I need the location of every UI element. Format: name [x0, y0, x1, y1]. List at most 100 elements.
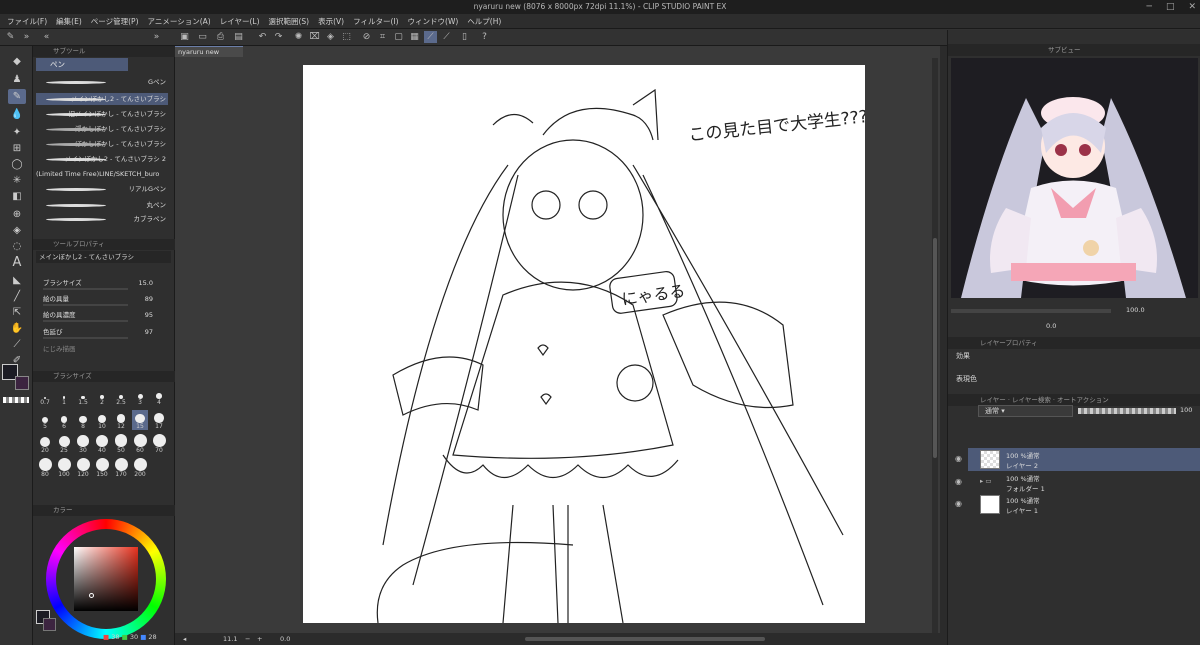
text-tool-icon[interactable]: A — [8, 255, 26, 270]
menu-animation[interactable]: アニメーション(A) — [148, 14, 211, 28]
visibility-eye-icon[interactable]: ◉ — [955, 477, 962, 486]
menu-window[interactable]: ウィンドウ(W) — [408, 14, 459, 28]
brush-size-option[interactable]: 60 — [132, 434, 148, 454]
balloon-tool-icon[interactable]: ◌ — [8, 239, 26, 254]
brush-item[interactable]: リアルGペン — [36, 183, 168, 195]
subtool-tab-pen[interactable]: ペン — [36, 58, 128, 71]
operation-tool-icon[interactable]: ◣ — [8, 273, 26, 288]
color-sub-swatch[interactable] — [43, 618, 56, 631]
prop-extra[interactable]: にじみ描画 — [43, 344, 173, 355]
fill-tool-icon[interactable]: ◈ — [8, 223, 26, 238]
brush-size-option[interactable]: 150 — [94, 458, 110, 478]
brush-size-option[interactable]: 40 — [94, 434, 110, 454]
eraser-tool-icon[interactable]: ◆ — [8, 54, 26, 69]
menu-filter[interactable]: フィルター(I) — [353, 14, 398, 28]
nav-left-icon[interactable]: ◂ — [183, 633, 186, 645]
opacity-slider[interactable] — [1078, 408, 1176, 414]
color-wheel[interactable] — [46, 519, 166, 639]
layer-row-selected[interactable]: ◉ 100 %通常 レイヤー 2 — [955, 448, 1200, 471]
menu-file[interactable]: ファイル(F) — [7, 14, 47, 28]
layer-row[interactable]: ◉ 100 %通常 レイヤー 1 — [955, 493, 1200, 516]
brush-size-option[interactable]: 6 — [56, 410, 72, 430]
brush-size-option[interactable]: 20 — [37, 434, 53, 454]
prop-paint-amount[interactable]: 絵の具量 89 — [43, 294, 173, 306]
eyedropper-tool-icon[interactable]: ⟋ — [8, 337, 26, 352]
select-all-icon[interactable]: ▢ — [392, 31, 405, 43]
frame-tool-icon[interactable]: ⊞ — [8, 141, 26, 156]
close-icon[interactable]: ✕ — [1188, 0, 1196, 14]
brush-size-option[interactable]: 1 — [56, 386, 72, 406]
canvas-horizontal-scrollbar[interactable] — [525, 637, 765, 641]
sub-color-swatch[interactable] — [15, 376, 29, 390]
minimize-icon[interactable]: ─ — [1147, 0, 1152, 14]
undo-icon[interactable]: ↶ — [256, 31, 269, 43]
grid-icon[interactable]: ▦ — [408, 31, 421, 43]
redo-icon[interactable]: ↷ — [272, 31, 285, 43]
brush-item[interactable]: ぼかしぼかし - てんさいブラシ — [36, 138, 168, 150]
magic-wand-icon[interactable]: ✳ — [8, 173, 26, 188]
brush-size-option[interactable]: 70 — [151, 434, 167, 454]
busy-icon[interactable]: ✺ — [292, 31, 305, 43]
navigator-preview[interactable] — [951, 58, 1198, 298]
navigator-zoom-slider[interactable] — [951, 309, 1111, 313]
brush-size-option[interactable]: 80 — [37, 458, 53, 478]
canvas-vertical-scrollbar[interactable] — [932, 58, 938, 633]
snap-special-icon[interactable]: ⟋ — [440, 31, 453, 43]
brush-size-option[interactable]: 120 — [75, 458, 91, 478]
brush-item[interactable]: 浮かしぼかし - てんさいブラシ — [36, 123, 168, 135]
prop-paint-density[interactable]: 絵の具濃度 95 — [43, 310, 173, 322]
move-tool-icon[interactable]: ⇱ — [8, 305, 26, 320]
canvas-paper[interactable]: にゃるる この見た目で大学生???? — [303, 65, 878, 624]
brush-size-option[interactable]: 200 — [132, 458, 148, 478]
layer-row-folder[interactable]: ◉ ▸ ▭ 100 %通常 フォルダー 1 — [955, 471, 1200, 494]
expand-icon[interactable]: » — [20, 31, 33, 43]
menu-layer[interactable]: レイヤー(L) — [220, 14, 260, 28]
help-icon[interactable]: ? — [478, 31, 491, 43]
brush-size-option[interactable]: 100 — [56, 458, 72, 478]
transparent-color-swatch[interactable] — [3, 397, 29, 403]
new-file-icon[interactable]: ▣ — [178, 31, 191, 43]
brush-size-option[interactable]: 1.5 — [75, 386, 91, 406]
zoom-in-icon[interactable]: + — [257, 633, 262, 645]
lasso-tool-icon[interactable]: ◯ — [8, 157, 26, 172]
brush-size-option[interactable]: 12 — [113, 410, 129, 430]
brush-item[interactable]: カブラペン — [36, 213, 168, 225]
menu-page[interactable]: ページ管理(P) — [91, 14, 139, 28]
brush-size-option[interactable]: 15 — [132, 410, 148, 430]
brush-size-option[interactable]: 4 — [151, 386, 167, 406]
zoom-out-icon[interactable]: − — [245, 633, 250, 645]
brush-size-option[interactable]: 25 — [56, 434, 72, 454]
brush-size-option[interactable]: 8 — [75, 410, 91, 430]
brush-size-option[interactable]: 3 — [132, 386, 148, 406]
save-icon[interactable]: ⎙ — [214, 31, 227, 43]
export-icon[interactable]: ▤ — [232, 31, 245, 43]
prop-brush-size[interactable]: ブラシサイズ 15.0 — [43, 278, 173, 290]
menu-view[interactable]: 表示(V) — [318, 14, 344, 28]
brush-size-option[interactable]: 2 — [94, 386, 110, 406]
crop-icon[interactable]: ⌗ — [376, 31, 389, 43]
blend-tool-icon[interactable]: 💧 — [8, 107, 26, 122]
collapse-left-icon[interactable]: « — [40, 31, 53, 43]
open-icon[interactable]: ▭ — [196, 31, 209, 43]
brush-size-option[interactable]: 5 — [37, 410, 53, 430]
brush-item[interactable]: 旧メインぼかし - てんさいブラシ — [36, 108, 168, 120]
fill-icon[interactable]: ◈ — [324, 31, 337, 43]
document-tab[interactable]: nyaruru new — [175, 46, 243, 57]
stamp-tool-icon[interactable]: ♟ — [8, 72, 26, 87]
line-tool-icon[interactable]: ╱ — [8, 289, 26, 304]
brush-size-option[interactable]: 17 — [151, 410, 167, 430]
menu-help[interactable]: ヘルプ(H) — [467, 14, 501, 28]
zoom-tool-icon[interactable]: ⊕ — [8, 207, 26, 222]
brush-item-selected[interactable]: メインぼかし2 - てんさいブラシ — [36, 93, 168, 105]
clear-icon[interactable]: ⌧ — [308, 31, 321, 43]
angle-value[interactable]: 0.0 — [280, 633, 290, 645]
sparkle-tool-icon[interactable]: ✦ — [8, 125, 26, 140]
brush-size-option[interactable]: 0.7 — [37, 386, 53, 406]
pen-tool-icon[interactable]: ✎ — [8, 89, 26, 104]
snap-ruler-icon[interactable]: ⟋ — [424, 31, 437, 43]
brush-item[interactable]: (Limited Time Free)LINE/SKETCH_buro — [36, 168, 168, 180]
prop-color-stretch[interactable]: 色延び 97 — [43, 327, 173, 339]
brush-size-option[interactable]: 2.5 — [113, 386, 129, 406]
zoom-value[interactable]: 11.1 — [223, 633, 237, 645]
brush-item[interactable]: Gペン — [36, 76, 168, 88]
